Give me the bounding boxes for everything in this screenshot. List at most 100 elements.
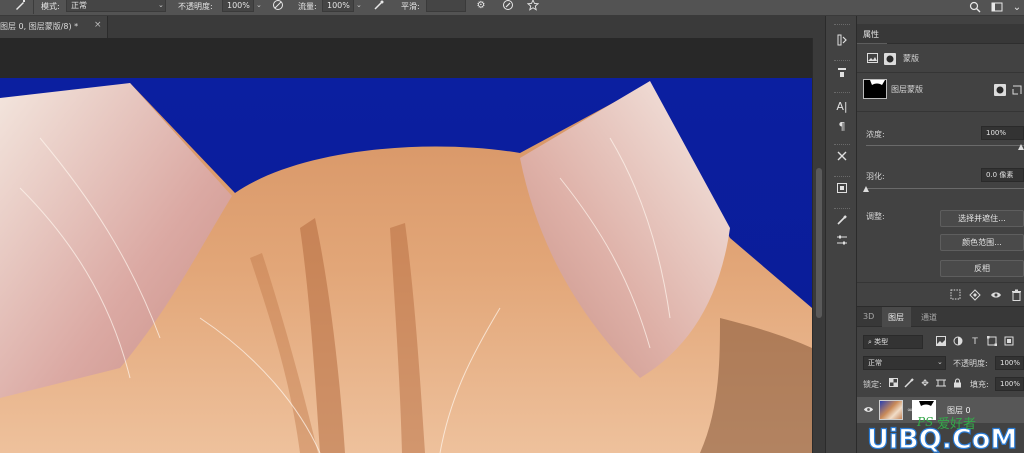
character-icon[interactable]: A| (833, 98, 851, 116)
layer-mask-icon[interactable] (884, 53, 896, 65)
document-tab-bar: 图层 0, 图层蒙版/8) * × (0, 16, 825, 38)
document-tab-title: 图层 0, 图层蒙版/8) * (0, 22, 79, 31)
document-tab[interactable]: 图层 0, 图层蒙版/8) * × (0, 16, 108, 38)
strip-grip[interactable] (834, 176, 850, 178)
workspace-icon[interactable] (990, 1, 1004, 15)
apply-mask-icon[interactable] (969, 289, 981, 301)
scrollbar-thumb[interactable] (816, 168, 822, 318)
pressure-size-icon[interactable] (501, 0, 515, 13)
layer-opacity-field[interactable]: 100% (995, 356, 1024, 370)
density-field[interactable]: 100% (981, 126, 1024, 140)
site-watermark-logo: UiBQ.CoM PS 爱好者 (865, 412, 1024, 453)
flow-label: 流量: (298, 2, 317, 11)
canvas-image-cat-ears[interactable] (0, 78, 812, 453)
color-range-button[interactable]: 颜色范围... (940, 234, 1024, 251)
brush-settings-icon[interactable] (833, 214, 851, 232)
divider (857, 282, 1024, 283)
pixel-mask-icon[interactable] (866, 53, 878, 65)
density-slider-knob[interactable] (1018, 144, 1024, 150)
trash-icon[interactable] (1010, 289, 1022, 301)
fill-label: 填充: (970, 380, 989, 389)
select-mask-icon[interactable] (994, 84, 1006, 96)
fill-field[interactable]: 100% (995, 377, 1024, 391)
smoothing-field[interactable] (426, 0, 466, 12)
layer-filter-value: 类型 (874, 338, 889, 346)
properties-tab-underline (857, 43, 887, 44)
tools-icon[interactable] (833, 150, 851, 168)
lock-label: 锁定: (863, 380, 882, 389)
history-icon[interactable] (833, 34, 851, 52)
feather-label: 羽化: (866, 172, 885, 181)
lock-transparent-icon[interactable] (887, 378, 899, 390)
tab-layers[interactable]: 图层 (888, 312, 904, 323)
invert-button[interactable]: 反相 (940, 260, 1024, 277)
divider (857, 72, 1024, 73)
density-value: 100% (986, 129, 1007, 137)
brush-preset-icon[interactable] (13, 0, 27, 13)
vector-mask-icon[interactable] (1011, 84, 1023, 96)
flow-field[interactable]: 100% (322, 0, 354, 12)
density-slider[interactable] (866, 145, 1024, 146)
paragraph-icon[interactable]: ¶ (833, 118, 851, 136)
lock-all-icon[interactable] (951, 378, 963, 390)
pressure-opacity-icon[interactable] (271, 0, 285, 13)
flow-dropdown-icon[interactable]: ⌄ (356, 1, 362, 9)
search-icon[interactable] (968, 1, 982, 15)
eye-icon[interactable] (990, 289, 1002, 301)
flow-field-value: 100% (327, 1, 350, 10)
smoothing-label: 平滑: (401, 2, 420, 11)
mask-thumbnail (863, 79, 887, 99)
filter-pixel-icon[interactable] (935, 336, 947, 348)
svg-text:PS: PS (916, 415, 933, 429)
strip-grip[interactable] (834, 24, 850, 26)
strip-grip[interactable] (834, 208, 850, 210)
chevron-down-icon: ⌄ (937, 358, 943, 366)
filter-shape-icon[interactable] (986, 336, 998, 348)
select-and-mask-button[interactable]: 选择并遮住... (940, 210, 1024, 227)
gear-icon[interactable]: ⚙ (474, 0, 488, 13)
blend-mode-select[interactable]: 正常 (863, 356, 946, 370)
strip-grip[interactable] (834, 92, 850, 94)
chevron-down-icon[interactable]: ⌄ (1010, 1, 1024, 15)
cat-photo-illustration (0, 81, 812, 453)
lock-pixels-icon[interactable] (903, 378, 915, 390)
filter-type-icon[interactable]: T (969, 336, 981, 348)
close-icon[interactable]: × (94, 20, 102, 30)
canvas-vertical-scrollbar[interactable] (812, 38, 825, 453)
feather-value: 0.0 像素 (986, 171, 1014, 179)
filter-adjustment-icon[interactable] (952, 336, 964, 348)
load-selection-icon[interactable] (949, 289, 961, 301)
layer-filter-select[interactable]: ⌕ 类型 (863, 335, 923, 349)
section-label: 蒙版 (903, 54, 919, 63)
character-style-icon[interactable] (833, 66, 851, 84)
tab-channels[interactable]: 通道 (921, 312, 937, 323)
lock-position-icon[interactable]: ✥ (919, 378, 931, 390)
filter-smart-object-icon[interactable] (1003, 336, 1015, 348)
adjust-label: 调整: (866, 212, 885, 221)
opacity-dropdown-icon[interactable]: ⌄ (256, 1, 262, 9)
adjustments-icon[interactable] (833, 234, 851, 252)
layer-opacity-value: 100% (1000, 359, 1021, 367)
canvas-area[interactable] (0, 38, 812, 453)
svg-text:爱好者: 爱好者 (937, 417, 976, 432)
mode-label: 模式: (41, 2, 60, 11)
strip-grip[interactable] (834, 144, 850, 146)
airbrush-icon[interactable] (372, 0, 386, 13)
properties-header: 属性 (857, 24, 1024, 44)
strip-grip[interactable] (834, 60, 850, 62)
opacity-field[interactable]: 100% (222, 0, 254, 12)
feather-slider-knob[interactable] (863, 186, 869, 192)
divider (857, 111, 1024, 112)
mode-select[interactable]: 正常 (66, 0, 166, 12)
panel-icon-strip: A| ¶ (825, 16, 857, 453)
feather-field[interactable]: 0.0 像素 (981, 168, 1024, 182)
navigator-icon[interactable] (833, 182, 851, 200)
lock-artboard-icon[interactable] (935, 378, 947, 390)
fill-value: 100% (1000, 380, 1021, 388)
tab-3d[interactable]: 3D (863, 312, 874, 321)
chevron-down-icon: ⌄ (158, 1, 164, 9)
properties-panel: 属性 蒙版 图层蒙版 浓度: 100% 羽化: 0.0 像素 调整: 选择并遮住… (857, 16, 1024, 306)
feather-slider[interactable] (866, 188, 1024, 189)
properties-title[interactable]: 属性 (863, 29, 879, 40)
symmetry-icon[interactable] (526, 0, 540, 13)
